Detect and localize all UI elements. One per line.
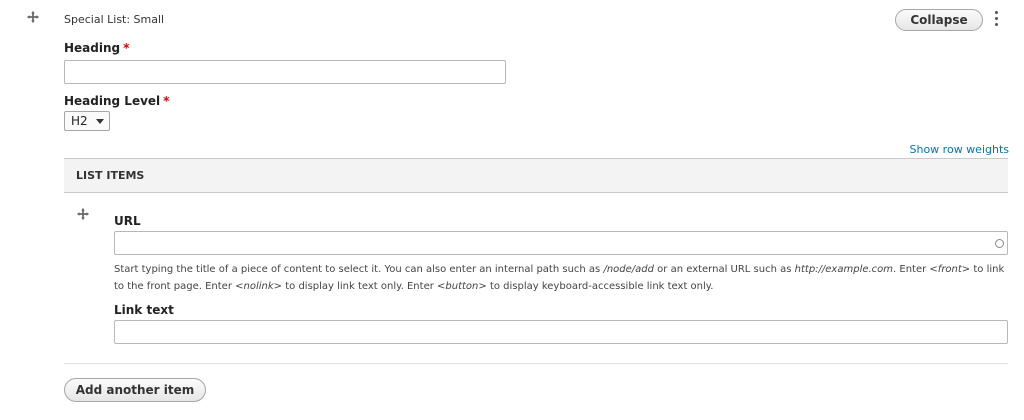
- drag-handle-icon[interactable]: [76, 207, 90, 221]
- heading-input[interactable]: [64, 60, 506, 84]
- list-items-header: LIST ITEMS: [64, 158, 1008, 193]
- required-marker: *: [163, 94, 170, 108]
- heading-label-text: Heading: [64, 41, 121, 55]
- drag-handle-icon[interactable]: [26, 10, 40, 24]
- add-another-item-button[interactable]: Add another item: [64, 378, 206, 402]
- required-marker: *: [123, 41, 130, 55]
- heading-level-select[interactable]: H2: [64, 111, 110, 131]
- url-label: URL: [114, 214, 141, 228]
- heading-level-label-text: Heading Level: [64, 94, 161, 108]
- autocomplete-circle-icon: [995, 239, 1004, 248]
- url-input[interactable]: [114, 231, 1008, 255]
- kebab-menu-icon[interactable]: [994, 11, 1000, 29]
- chevron-down-icon: [96, 119, 104, 124]
- heading-level-label: Heading Level *: [64, 94, 169, 108]
- show-row-weights-link[interactable]: Show row weights: [910, 143, 1010, 156]
- heading-level-selected: H2: [71, 114, 88, 128]
- link-text-input[interactable]: [114, 320, 1008, 344]
- heading-label: Heading *: [64, 41, 129, 55]
- url-description: Start typing the title of a piece of con…: [114, 264, 1005, 292]
- collapse-button[interactable]: Collapse: [895, 9, 983, 31]
- divider: [64, 363, 1008, 364]
- paragraph-type-label: Special List: Small: [64, 13, 165, 26]
- link-text-label: Link text: [114, 303, 174, 317]
